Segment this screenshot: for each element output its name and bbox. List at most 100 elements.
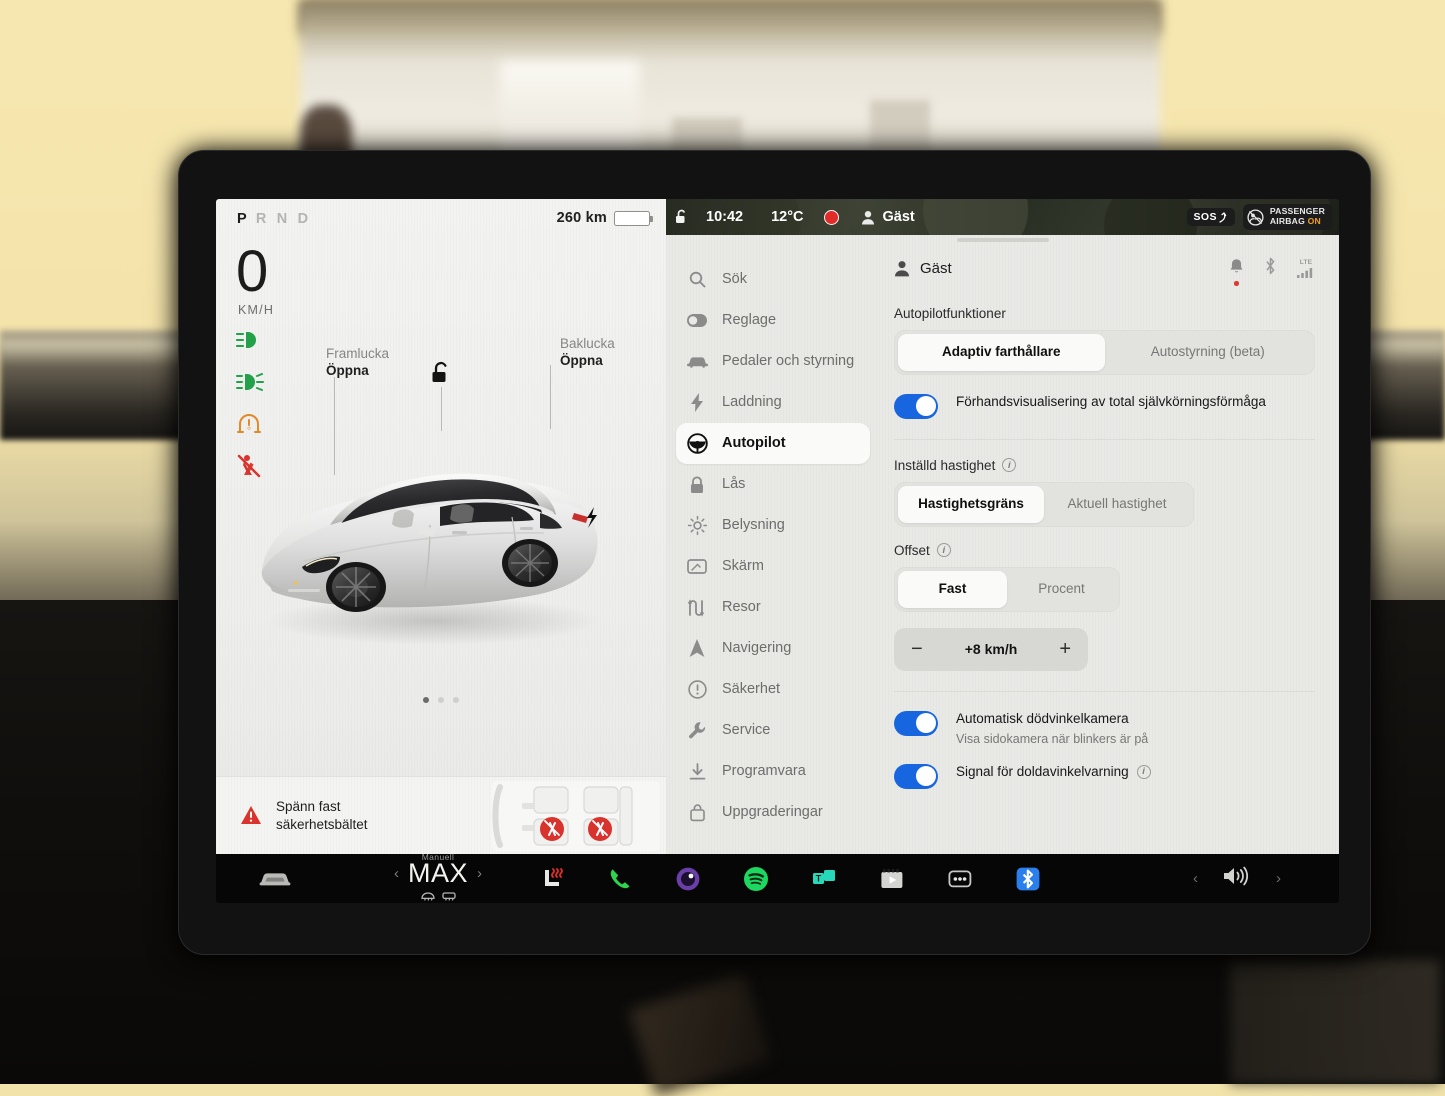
camera-icon[interactable] xyxy=(674,865,702,893)
seat-heater-icon[interactable] xyxy=(538,865,566,893)
speaker-icon[interactable] xyxy=(1222,865,1252,892)
sidebar-item-autopilot[interactable]: Autopilot xyxy=(676,423,870,464)
bolt-icon xyxy=(686,393,708,412)
more-icon[interactable] xyxy=(946,865,974,893)
sidebar-item-skarm[interactable]: Skärm xyxy=(676,546,870,587)
segment-procent[interactable]: Procent xyxy=(1007,571,1116,608)
map-status-bar[interactable]: 10:42 12°C Gäst SOS xyxy=(666,199,1339,235)
trunk-callout-action: Öppna xyxy=(560,352,615,369)
sidebar-label: Belysning xyxy=(722,517,785,535)
sidebar-item-laddning[interactable]: Laddning xyxy=(676,382,870,423)
right-panel: 10:42 12°C Gäst SOS xyxy=(666,199,1339,854)
segment-fast[interactable]: Fast xyxy=(898,571,1007,608)
media-icon[interactable] xyxy=(878,865,906,893)
info-icon[interactable]: i xyxy=(1137,765,1151,779)
display-icon xyxy=(686,559,708,574)
sidebar-item-service[interactable]: Service xyxy=(676,710,870,751)
speed-unit: KM/H xyxy=(238,303,274,317)
trunk-callout[interactable]: Baklucka Öppna xyxy=(560,335,615,370)
tesla-touchscreen[interactable]: PR N D 260 km 0 KM/H xyxy=(216,199,1339,903)
content-header: Gäst LTE xyxy=(894,257,1315,280)
segment-hastighetsgrans[interactable]: Hastighetsgräns xyxy=(898,486,1044,523)
blind-spot-camera-text: Automatisk dödvinkelkamera Visa sidokame… xyxy=(956,710,1148,747)
climate-increase-button[interactable]: › xyxy=(477,865,482,882)
tesla-model-y-render[interactable] xyxy=(244,421,614,651)
bluetooth-icon[interactable] xyxy=(1264,257,1277,280)
blind-spot-camera-toggle[interactable] xyxy=(894,711,938,736)
fsd-preview-toggle[interactable] xyxy=(894,394,938,419)
passenger-airbag-indicator: PASSENGER AIRBAG ON xyxy=(1243,204,1333,229)
tidal-icon[interactable]: T xyxy=(810,865,838,893)
sidebar-item-las[interactable]: Lås xyxy=(676,464,870,505)
set-speed-segmented[interactable]: Hastighetsgräns Aktuell hastighet xyxy=(894,482,1194,527)
sidebar-item-sakerhet[interactable]: Säkerhet xyxy=(676,669,870,710)
page-dot[interactable] xyxy=(423,697,429,703)
segment-aktuell-hastighet[interactable]: Aktuell hastighet xyxy=(1044,486,1190,523)
page-dot[interactable] xyxy=(453,697,459,703)
seatbelt-alert-line1: Spänn fast xyxy=(276,798,368,816)
sidebar-item-pedaler-och-styrning[interactable]: Pedaler och styrning xyxy=(676,341,870,382)
offset-stepper[interactable]: − +8 km/h + xyxy=(894,628,1088,671)
spotify-icon[interactable] xyxy=(742,865,770,893)
offset-increase-button[interactable]: + xyxy=(1059,639,1071,659)
sos-button[interactable]: SOS xyxy=(1187,208,1235,226)
climate-value[interactable]: MAX xyxy=(408,858,468,889)
unlocked-padlock-icon[interactable] xyxy=(430,361,452,390)
car-front-icon[interactable] xyxy=(258,870,292,888)
sidebar-item-programvara[interactable]: Programvara xyxy=(676,751,870,792)
seatbelt-unbuckled-badge xyxy=(588,817,612,841)
navigation-arrow-icon xyxy=(686,639,708,658)
seatbelt-alert-bar[interactable]: Spänn fast säkerhetsbältet xyxy=(216,776,666,854)
dashcam-record-icon[interactable] xyxy=(824,210,839,225)
fsd-preview-label: Förhandsvisualisering av total självkörn… xyxy=(956,393,1266,411)
segment-autostyrning-beta[interactable]: Autostyrning (beta) xyxy=(1105,334,1312,371)
climate-decrease-button[interactable]: ‹ xyxy=(394,865,399,882)
car-visualization[interactable]: Framlucka Öppna Baklucka Öppna xyxy=(216,349,666,779)
trunk-callout-line xyxy=(550,365,551,429)
page-dots[interactable] xyxy=(216,697,666,703)
airbag-state: ON xyxy=(1308,216,1321,226)
sidebar-item-reglage[interactable]: Reglage xyxy=(676,300,870,341)
frunk-callout-title: Framlucka xyxy=(326,345,389,362)
defrost-front-icon[interactable] xyxy=(421,888,435,904)
defrost-rear-icon[interactable] xyxy=(442,888,456,904)
touchscreen-bezel: PR N D 260 km 0 KM/H xyxy=(178,150,1371,955)
blind-spot-warning-toggle[interactable] xyxy=(894,764,938,789)
clock: 10:42 xyxy=(706,209,743,225)
cellular-signal-icon: LTE xyxy=(1297,259,1315,278)
sidebar-item-resor[interactable]: Resor xyxy=(676,587,870,628)
offset-decrease-button[interactable]: − xyxy=(911,639,923,659)
info-icon[interactable]: i xyxy=(937,543,951,557)
phone-icon[interactable] xyxy=(606,865,634,893)
bluetooth-icon[interactable] xyxy=(1014,865,1042,893)
content-header-icons: LTE xyxy=(1229,257,1315,280)
bell-icon[interactable] xyxy=(1229,258,1244,280)
profile-name: Gäst xyxy=(883,209,915,225)
sidebar-item-belysning[interactable]: Belysning xyxy=(676,505,870,546)
segment-adaptiv-farthallare[interactable]: Adaptiv farthållare xyxy=(898,334,1105,371)
fsd-preview-row[interactable]: Förhandsvisualisering av total självkörn… xyxy=(894,393,1315,419)
frunk-callout[interactable]: Framlucka Öppna xyxy=(326,345,389,380)
info-icon[interactable]: i xyxy=(1002,458,1016,472)
blind-spot-camera-row[interactable]: Automatisk dödvinkelkamera Visa sidokame… xyxy=(894,710,1315,747)
climate-control[interactable]: Manuell ‹ MAX › xyxy=(378,852,498,904)
range-indicator: 260 km xyxy=(557,210,650,226)
bottom-taskbar: Manuell ‹ MAX › xyxy=(216,854,1339,903)
volume-control[interactable]: ‹ › xyxy=(1193,865,1281,892)
profile-indicator[interactable]: Gäst xyxy=(861,209,915,225)
offset-value: +8 km/h xyxy=(965,641,1018,657)
autopilot-feature-segmented[interactable]: Adaptiv farthållare Autostyrning (beta) xyxy=(894,330,1315,375)
volume-next-button[interactable]: › xyxy=(1276,870,1281,887)
sidebar-item-navigering[interactable]: Navigering xyxy=(676,628,870,669)
gear-indicator: PR N D xyxy=(237,211,311,227)
page-dot[interactable] xyxy=(438,697,444,703)
sidebar-label: Programvara xyxy=(722,763,806,781)
blind-spot-warning-row[interactable]: Signal för doldavinkelvarning i xyxy=(894,763,1315,789)
sidebar-item-uppgraderingar[interactable]: Uppgraderingar xyxy=(676,792,870,833)
unlocked-padlock-icon[interactable] xyxy=(672,209,690,225)
status-bar-right: SOS PASSENGER AIRBAG xyxy=(1187,204,1340,229)
offset-segmented[interactable]: Fast Procent xyxy=(894,567,1120,612)
content-profile[interactable]: Gäst xyxy=(894,260,952,277)
sidebar-item-sok[interactable]: Sök xyxy=(676,259,870,300)
volume-prev-button[interactable]: ‹ xyxy=(1193,870,1198,887)
